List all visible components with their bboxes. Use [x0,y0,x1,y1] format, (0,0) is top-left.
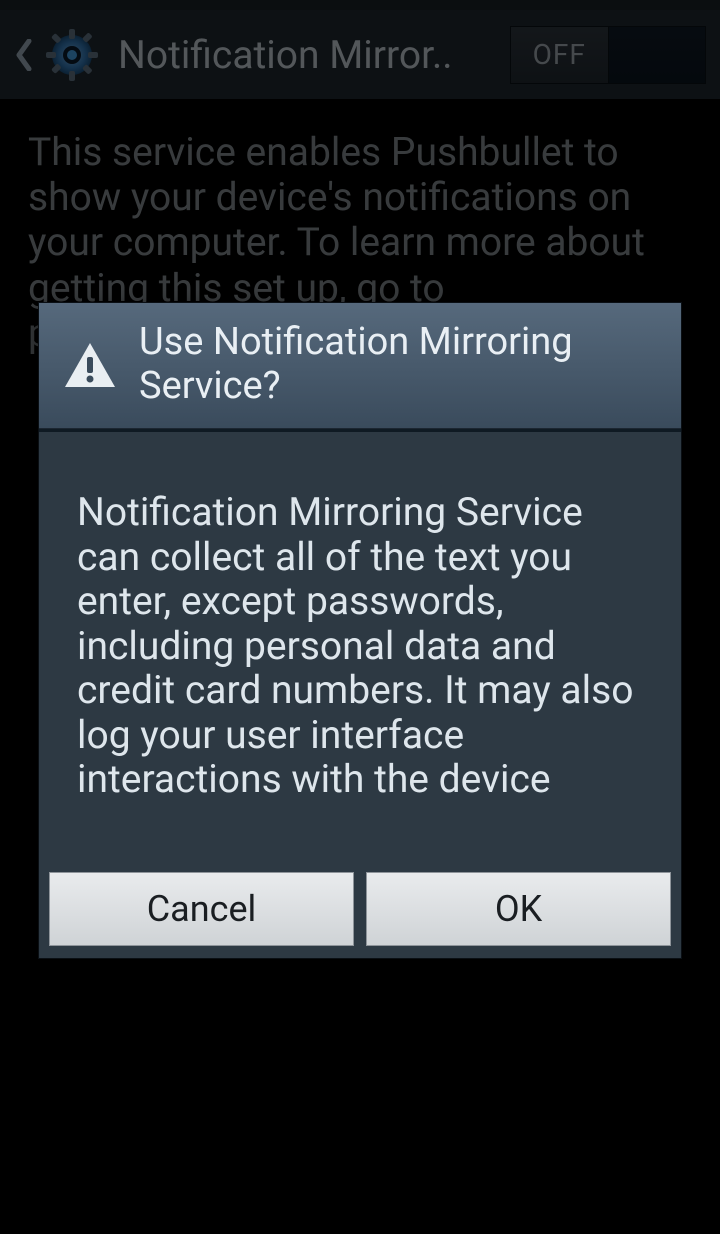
dialog-message: Notification Mirroring Service can colle… [77,490,643,801]
dialog-header: Use Notification Mirroring Service? [39,303,681,429]
ok-button[interactable]: OK [366,872,671,946]
dialog-title: Use Notification Mirroring Service? [139,321,657,408]
dialog-button-row: Cancel OK [39,862,681,958]
cancel-button[interactable]: Cancel [49,872,354,946]
screen-root: Notification Mirror.. OFF This service e… [0,0,720,1234]
warning-icon [63,341,117,389]
confirmation-dialog: Use Notification Mirroring Service? Noti… [38,302,682,959]
dialog-body: Notification Mirroring Service can colle… [39,432,681,861]
